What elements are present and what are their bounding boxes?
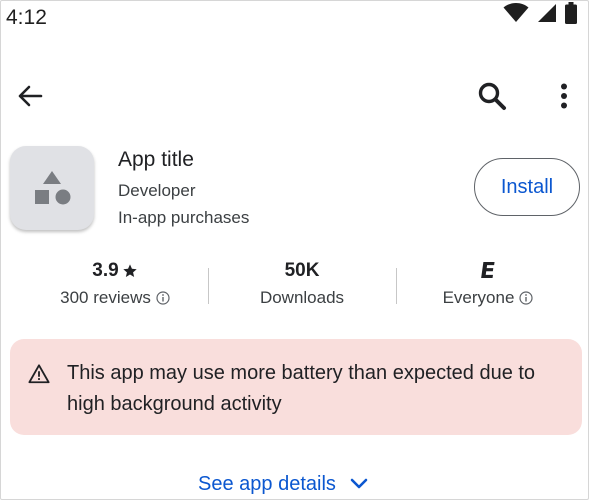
app-icon — [10, 146, 94, 230]
search-button[interactable] — [474, 78, 510, 114]
downloads-value: 50K — [284, 260, 320, 281]
chevron-down-icon — [350, 478, 368, 489]
more-options-button[interactable] — [548, 78, 580, 114]
downloads-label: Downloads — [259, 288, 345, 307]
install-button[interactable]: Install — [474, 158, 580, 216]
warning-text: This app may use more battery than expec… — [67, 362, 536, 415]
rating-stat[interactable]: 3.9 300 reviews — [44, 258, 186, 308]
see-app-details-label: See app details — [198, 472, 336, 495]
content-rating-label: Everyone — [442, 288, 515, 307]
top-app-bar — [0, 68, 589, 124]
in-app-purchases-label: In-app purchases — [118, 208, 250, 227]
cellular-signal-icon — [537, 3, 557, 28]
warning-triangle-icon — [28, 364, 50, 384]
see-app-details-button[interactable]: See app details — [198, 470, 368, 498]
reviews-count: 300 reviews — [60, 288, 151, 307]
status-time: 4:12 — [6, 6, 47, 29]
developer-link[interactable]: Developer — [118, 181, 196, 201]
app-title: App title — [118, 148, 194, 171]
info-icon[interactable] — [519, 291, 534, 305]
esrb-everyone-icon: E — [478, 258, 498, 284]
battery-icon — [565, 1, 577, 29]
wifi-icon — [503, 2, 529, 28]
status-icons — [503, 1, 577, 29]
stats-divider — [396, 268, 397, 304]
shapes-placeholder-icon — [35, 171, 71, 205]
content-rating-stat[interactable]: E Everyone — [420, 258, 556, 308]
search-icon — [478, 82, 506, 110]
info-icon[interactable] — [156, 291, 170, 305]
rating-value: 3.9 — [92, 260, 119, 281]
stats-divider — [208, 268, 209, 304]
status-bar: 4:12 — [0, 0, 589, 36]
battery-warning-banner: This app may use more battery than expec… — [10, 339, 582, 435]
downloads-stat: 50K Downloads — [232, 258, 372, 308]
star-icon — [123, 264, 137, 277]
back-button[interactable] — [12, 78, 48, 114]
back-arrow-icon — [18, 85, 43, 107]
more-vert-icon — [561, 83, 567, 109]
